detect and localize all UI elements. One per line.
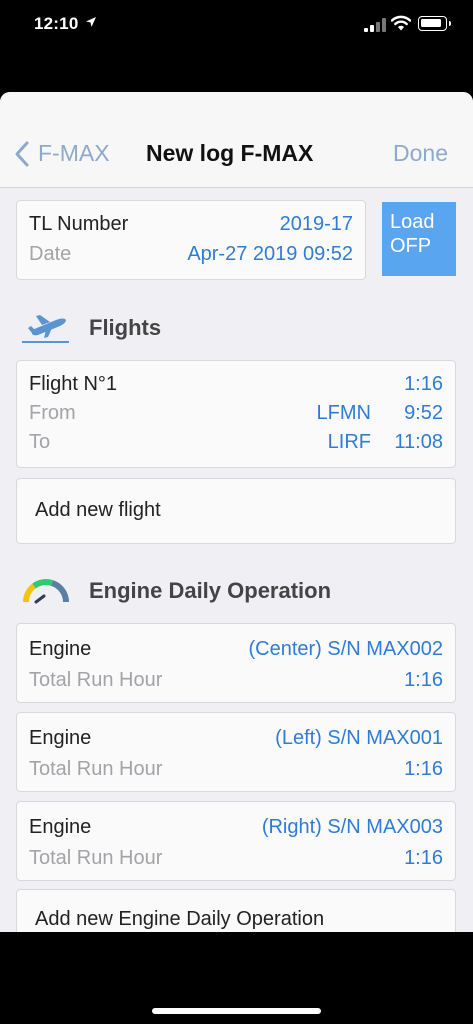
- engine-serial: (Left) S/N MAX001: [275, 727, 443, 749]
- tl-number-row[interactable]: TL Number 2019-17: [29, 213, 353, 241]
- load-ofp-label-line1: Load: [390, 211, 435, 233]
- flights-section-title: Flights: [89, 315, 162, 340]
- run-hour-label: Total Run Hour: [29, 847, 163, 869]
- engine-label: Engine: [29, 816, 92, 838]
- engine-serial: (Center) S/N MAX002: [248, 638, 443, 660]
- tl-number-label: TL Number: [29, 213, 129, 235]
- run-hour-value: 1:16: [404, 669, 443, 691]
- engine-label: Engine: [29, 727, 92, 749]
- run-hour-row: Total Run Hour 1:16: [29, 669, 443, 697]
- tl-info-card[interactable]: TL Number 2019-17 Date Apr-27 2019 09:52: [16, 200, 366, 280]
- date-row[interactable]: Date Apr-27 2019 09:52: [29, 243, 353, 271]
- done-button[interactable]: Done: [393, 140, 448, 167]
- add-flight-button[interactable]: Add new flight: [16, 478, 456, 544]
- navigation-bar: F-MAX New log F-MAX Done: [0, 92, 473, 188]
- from-label: From: [29, 402, 76, 424]
- from-time: 9:52: [404, 402, 443, 424]
- engine-section-title: Engine Daily Operation: [89, 578, 332, 603]
- add-engine-operation-button[interactable]: Add new Engine Daily Operation: [16, 889, 456, 932]
- add-engine-operation-label: Add new Engine Daily Operation: [35, 908, 325, 930]
- engine-row: Engine (Center) S/N MAX002: [29, 638, 443, 666]
- location-arrow-icon: [86, 17, 96, 27]
- status-bar: 12:10: [0, 0, 473, 52]
- gauge-icon: [23, 579, 69, 604]
- back-button[interactable]: F-MAX: [38, 140, 110, 167]
- wifi-icon: [391, 15, 411, 31]
- flight-card[interactable]: Flight N°1 1:16 From LFMN 9:52 To LIRF 1…: [16, 360, 456, 468]
- load-ofp-button[interactable]: Load OFP: [382, 202, 456, 276]
- battery-icon: [418, 16, 451, 31]
- flight-header-row: Flight N°1 1:16: [29, 373, 443, 401]
- to-airport-code: LIRF: [327, 431, 371, 453]
- page-title: New log F-MAX: [146, 140, 314, 166]
- engine-label: Engine: [29, 638, 92, 660]
- run-hour-row: Total Run Hour 1:16: [29, 758, 443, 786]
- run-hour-value: 1:16: [404, 847, 443, 869]
- engine-card-center[interactable]: Engine (Center) S/N MAX002 Total Run Hou…: [16, 623, 456, 703]
- add-flight-label: Add new flight: [35, 499, 161, 521]
- engine-card-left[interactable]: Engine (Left) S/N MAX001 Total Run Hour …: [16, 712, 456, 792]
- home-indicator: [152, 1008, 321, 1014]
- date-label: Date: [29, 243, 72, 265]
- run-hour-value: 1:16: [404, 758, 443, 780]
- engine-row: Engine (Left) S/N MAX001: [29, 727, 443, 755]
- new-log-sheet: F-MAX New log F-MAX Done TL Number 2019-…: [0, 92, 473, 932]
- to-label: To: [29, 431, 51, 453]
- chevron-left-icon[interactable]: [14, 140, 30, 168]
- airplane-takeoff-icon: [22, 315, 69, 343]
- flight-duration: 1:16: [404, 373, 443, 395]
- date-value: Apr-27 2019 09:52: [187, 243, 353, 265]
- status-time: 12:10: [34, 14, 79, 33]
- run-hour-row: Total Run Hour 1:16: [29, 847, 443, 875]
- flight-to-row: To LIRF 11:08: [29, 431, 443, 459]
- run-hour-label: Total Run Hour: [29, 669, 163, 691]
- to-time: 11:08: [394, 431, 443, 453]
- engine-card-right[interactable]: Engine (Right) S/N MAX003 Total Run Hour…: [16, 801, 456, 881]
- tl-number-value: 2019-17: [279, 213, 353, 235]
- load-ofp-label-line2: OFP: [390, 235, 432, 257]
- flight-label: Flight N°1: [29, 373, 118, 395]
- engine-row: Engine (Right) S/N MAX003: [29, 816, 443, 844]
- run-hour-label: Total Run Hour: [29, 758, 163, 780]
- from-airport-code: LFMN: [316, 402, 371, 424]
- cellular-signal-icon: [364, 18, 386, 32]
- flight-from-row: From LFMN 9:52: [29, 402, 443, 430]
- engine-serial: (Right) S/N MAX003: [261, 816, 443, 838]
